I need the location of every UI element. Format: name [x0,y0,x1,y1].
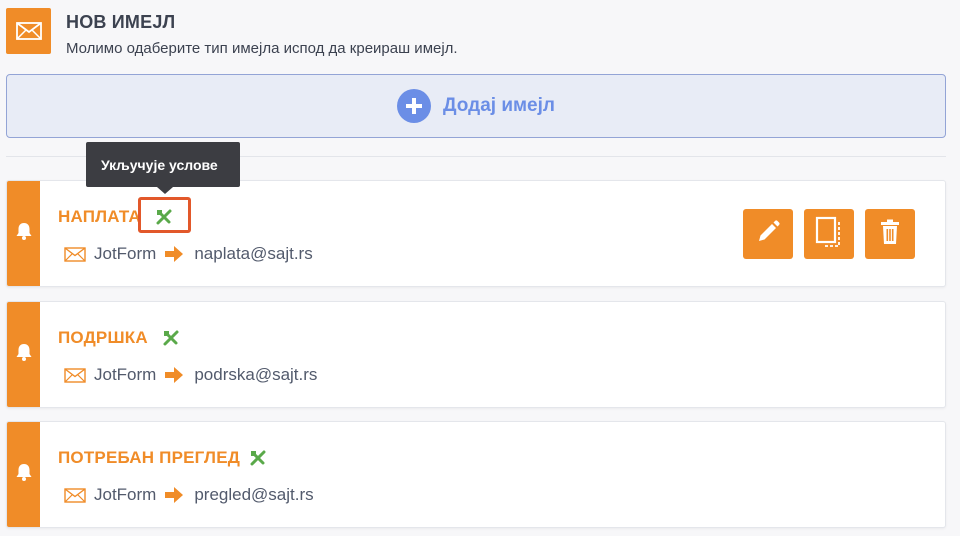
bell-icon [15,342,33,367]
email-title: НАПЛАТА [58,207,141,226]
delete-button[interactable] [865,209,915,259]
duplicate-icon [815,216,843,253]
email-card-podrska[interactable]: ПОДРШКА JotForm podrska@sajt.rs [6,301,946,408]
card-actions [743,209,915,259]
email-sender: JotForm [94,244,157,263]
trash-icon [880,219,900,250]
email-route: JotForm naplata@sajt.rs [64,243,313,265]
envelope-outline-icon [64,367,86,383]
page-title: НОВ ИМЕЈЛ [66,12,176,32]
conditions-icon[interactable] [154,207,174,227]
email-sender: JotForm [94,365,157,384]
email-sender: JotForm [94,485,157,504]
notification-stripe [7,181,40,286]
email-recipient: naplata@sajt.rs [194,244,313,263]
duplicate-button[interactable] [804,209,854,259]
pencil-icon [756,219,780,249]
page-subtitle: Молимо одаберите тип имејла испод да кре… [66,40,458,57]
email-route: JotForm pregled@sajt.rs [64,484,314,506]
add-email-label: Додај имејл [443,95,555,116]
envelope-outline-icon [64,246,86,262]
envelope-outline-icon [64,487,86,503]
email-card-pregled[interactable]: ПОТРЕБАН ПРЕГЛЕД JotForm pregled@sajt.rs [6,421,946,528]
email-card-naplata[interactable]: НАПЛАТА JotForm naplata@sajt.rs [6,180,946,287]
notification-stripe [7,422,40,527]
email-recipient: pregled@sajt.rs [194,485,314,504]
email-route: JotForm podrska@sajt.rs [64,364,317,386]
conditions-icon[interactable] [248,448,268,468]
arrow-right-icon [164,486,184,504]
edit-button[interactable] [743,209,793,259]
arrow-right-icon [164,366,184,384]
bell-icon [15,221,33,246]
email-title: ПОДРШКА [58,328,148,347]
conditions-icon[interactable] [161,328,181,348]
envelope-icon [6,8,51,54]
page-header: НОВ ИМЕЈЛ Молимо одаберите тип имејла ис… [6,8,946,58]
add-email-button[interactable]: Додај имејл [6,74,946,138]
plus-circle-icon [397,89,432,123]
email-title: ПОТРЕБАН ПРЕГЛЕД [58,448,241,467]
conditions-tooltip: Укључује услове [86,142,240,187]
email-recipient: podrska@sajt.rs [194,365,318,384]
tooltip-text: Укључује услове [101,156,218,173]
notification-stripe [7,302,40,407]
bell-icon [15,462,33,487]
tooltip-arrow [157,187,173,194]
arrow-right-icon [164,245,184,263]
